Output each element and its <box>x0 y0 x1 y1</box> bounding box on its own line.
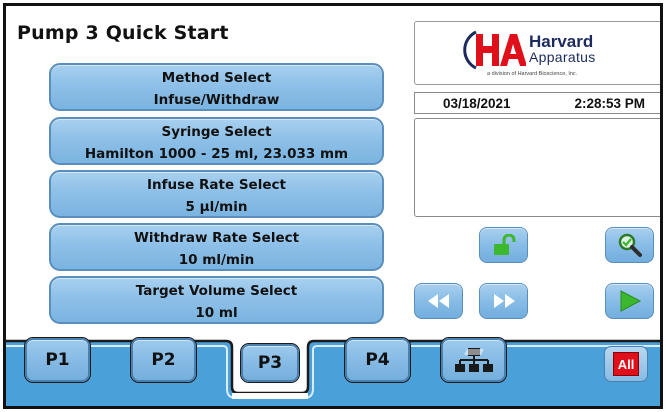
pump-quick-start-screen: Pump 3 Quick Start Method Select Infuse/… <box>3 3 663 409</box>
syringe-select-value: Hamilton 1000 - 25 ml, 23.033 mm <box>84 146 349 162</box>
withdraw-rate-select-value: 10 ml/min <box>178 252 255 268</box>
method-select-label: Method Select <box>161 70 272 86</box>
infuse-rate-select-value: 5 µl/min <box>185 199 248 215</box>
time-text: 2:28:53 PM <box>574 96 645 111</box>
fast-forward-button[interactable] <box>479 283 528 319</box>
infuse-rate-select-label: Infuse Rate Select <box>147 177 286 193</box>
logo-word-apparatus: Apparatus <box>529 49 596 65</box>
harvard-apparatus-logo: Harvard Apparatus a division of Harvard … <box>414 21 660 85</box>
all-pumps-button[interactable]: All <box>604 346 648 382</box>
rewind-icon <box>427 294 449 308</box>
method-select-value: Infuse/Withdraw <box>153 92 280 108</box>
search-button[interactable] <box>605 227 654 263</box>
target-volume-select-button[interactable]: Target Volume Select 10 ml <box>49 276 384 324</box>
magnifier-icon <box>618 233 642 257</box>
withdraw-rate-select-button[interactable]: Withdraw Rate Select 10 ml/min <box>49 223 384 271</box>
tab-p4[interactable]: P4 <box>345 338 410 382</box>
syringe-select-label: Syringe Select <box>161 124 272 140</box>
datetime-display: 03/18/2021 2:28:53 PM <box>414 92 660 114</box>
run-button[interactable] <box>605 283 654 319</box>
network-tab-button[interactable] <box>441 338 506 382</box>
ha-logo-mark-icon <box>463 30 526 70</box>
tab-p3[interactable]: P3 <box>241 344 299 382</box>
method-select-button[interactable]: Method Select Infuse/Withdraw <box>49 63 384 111</box>
unlock-button[interactable] <box>479 227 528 263</box>
play-icon <box>620 290 641 312</box>
tab-strip-background <box>6 339 660 406</box>
all-label: All <box>613 352 639 376</box>
unlock-icon <box>493 234 515 255</box>
tab-p2[interactable]: P2 <box>131 338 196 382</box>
page-title: Pump 3 Quick Start <box>17 22 229 44</box>
tab-p1[interactable]: P1 <box>25 338 90 382</box>
fast-forward-icon <box>493 294 515 308</box>
network-icon <box>454 348 493 372</box>
withdraw-rate-select-label: Withdraw Rate Select <box>133 230 300 246</box>
infuse-rate-select-button[interactable]: Infuse Rate Select 5 µl/min <box>49 170 384 218</box>
date-text: 03/18/2021 <box>443 96 511 111</box>
target-volume-select-value: 10 ml <box>195 305 238 321</box>
pump-tab-strip <box>6 327 660 406</box>
message-box <box>414 118 660 217</box>
logo-subtitle: a division of Harvard Bioscience, Inc. <box>487 71 578 77</box>
rewind-button[interactable] <box>414 283 463 319</box>
syringe-select-button[interactable]: Syringe Select Hamilton 1000 - 25 ml, 23… <box>49 117 384 165</box>
target-volume-select-label: Target Volume Select <box>135 283 298 299</box>
